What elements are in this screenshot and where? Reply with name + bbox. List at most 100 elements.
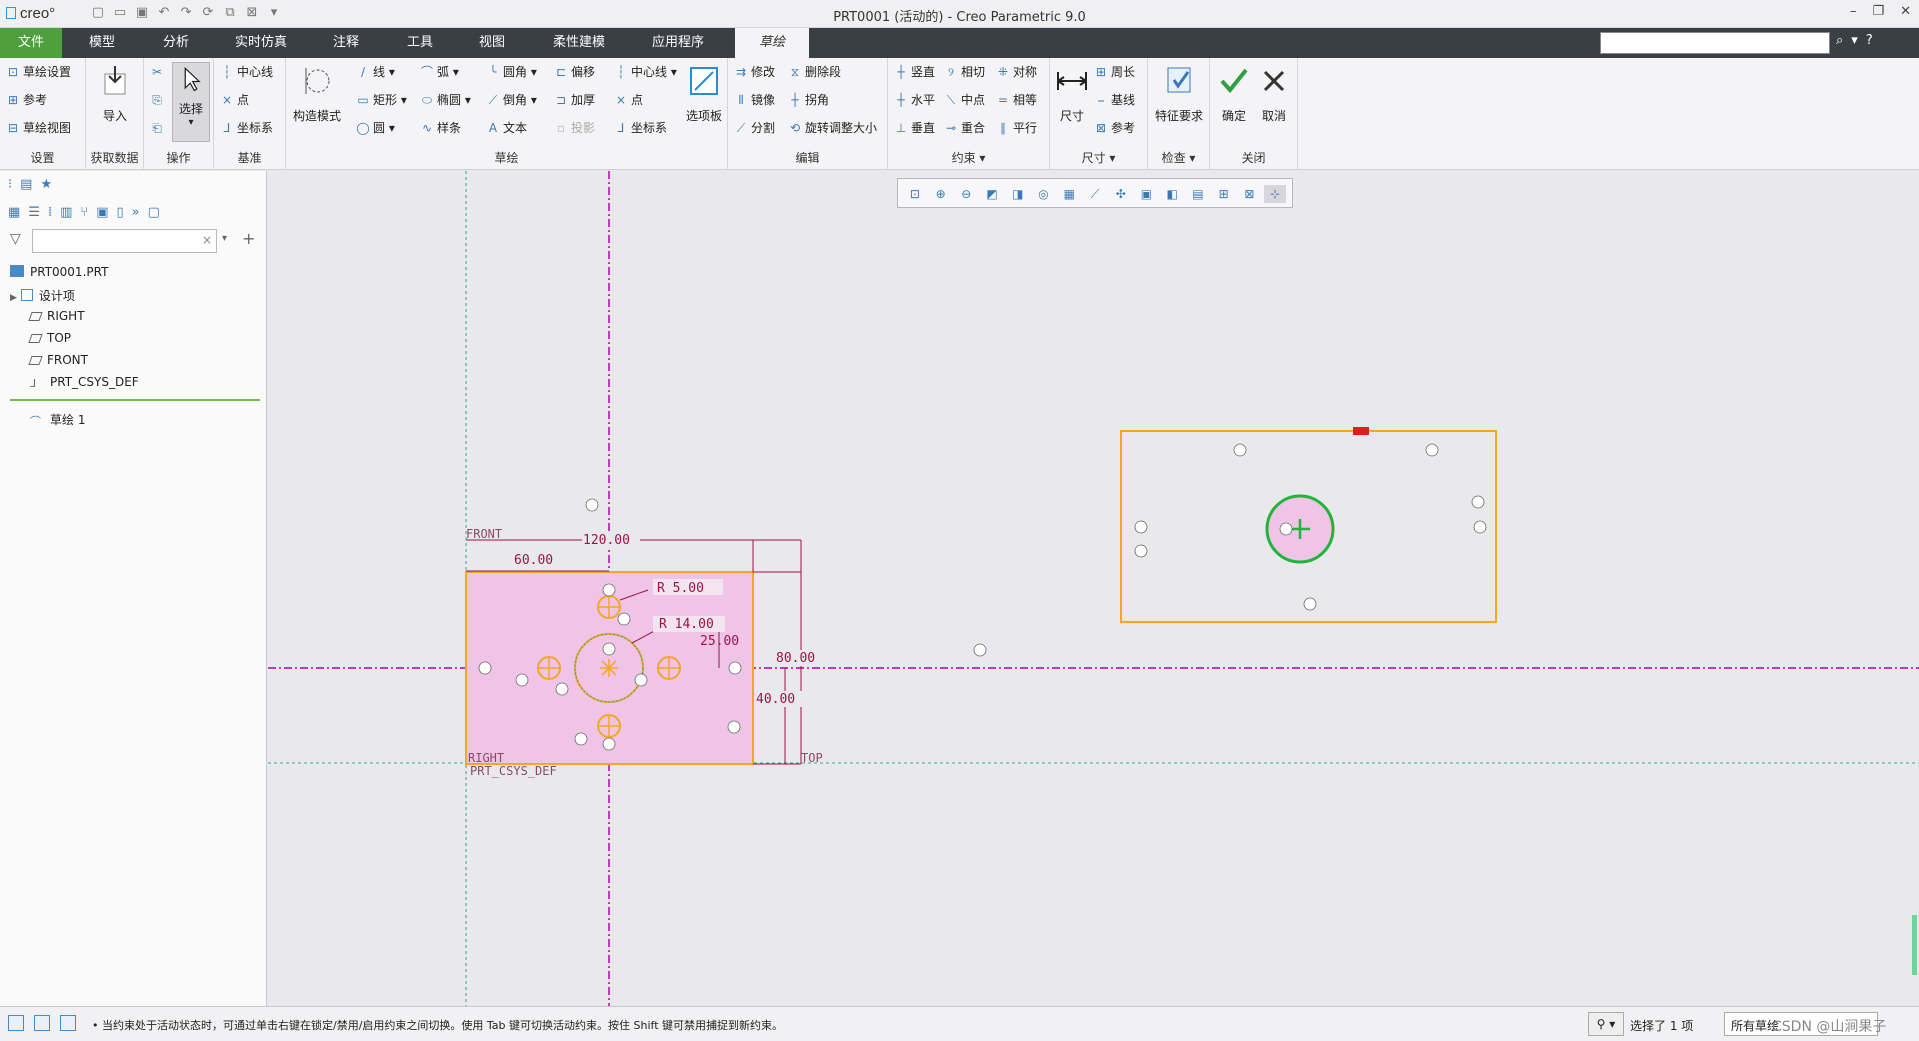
zoom-in-icon[interactable]: ⊕ (930, 185, 952, 203)
zoom-out-icon[interactable]: ⊖ (955, 185, 977, 203)
clear-icon[interactable]: × (202, 233, 212, 247)
r5-text[interactable]: R 5.00 (657, 581, 704, 596)
reference-dim-button[interactable]: ⊠ 参考 (1094, 120, 1135, 136)
tab-tools[interactable]: 工具 (388, 28, 452, 58)
rectangle-button[interactable]: ▭ 矩形 ▾ (356, 92, 407, 108)
model-tree-tab-icon[interactable]: ⁝ (8, 177, 12, 192)
datum-display-icon[interactable]: ⟋ (1084, 185, 1106, 203)
view-manager-icon[interactable]: ▦ (1058, 185, 1080, 203)
baseline-button[interactable]: ⎯ 基线 (1094, 92, 1135, 108)
fullscreen-icon[interactable] (60, 1015, 76, 1031)
datum-point-button[interactable]: × 点 (220, 92, 249, 108)
sketch-view-icon[interactable]: ◧ (1161, 185, 1183, 203)
display-style-icon[interactable]: ◨ (1007, 185, 1029, 203)
coincident-constraint-button[interactable]: ⊸ 重合 (944, 120, 985, 136)
group-inspect-label[interactable]: 检查 ▾ (1148, 149, 1209, 166)
divide-button[interactable]: ⟋ 分割 (734, 120, 775, 136)
modify-button[interactable]: ⇉ 修改 (734, 64, 775, 80)
annotation-display-icon[interactable]: ▣ (1136, 185, 1158, 203)
filter-dropdown-icon[interactable]: ▾ (222, 233, 227, 244)
tab-flexible-modeling[interactable]: 柔性建模 (538, 28, 620, 58)
tree-list-icon[interactable]: ☰ (28, 205, 40, 220)
paste-icon[interactable]: ⎗ (150, 120, 167, 136)
favorites-tab-icon[interactable]: ★ (40, 177, 52, 192)
tree-model-icon[interactable]: ▦ (8, 205, 20, 220)
constraint-display-icon[interactable]: ⊠ (1239, 185, 1261, 203)
tree-item-csys[interactable]: ⅃ PRT_CSYS_DEF (30, 375, 139, 390)
line-button[interactable]: ∕ 线 ▾ (356, 64, 395, 80)
sketch-centerline-button[interactable]: ┆ 中心线 ▾ (614, 64, 676, 80)
symmetric-constraint-button[interactable]: ⁜ 对称 (996, 64, 1037, 80)
tab-model[interactable]: 模型 (70, 28, 134, 58)
graphics-window[interactable]: 120.00 60.00 R 5.00 R 14.00 25.00 80.00 … (268, 171, 1919, 1006)
group-dimension-label[interactable]: 尺寸 ▾ (1050, 149, 1147, 166)
dimension-button[interactable]: 尺寸 (1054, 64, 1090, 124)
feature-requirements-button[interactable]: 特征要求 (1150, 64, 1208, 124)
datum-centerline-button[interactable]: ┆ 中心线 (220, 64, 273, 80)
tree-more-icon[interactable]: » (132, 205, 140, 220)
dim-40-text[interactable]: 40.00 (756, 692, 795, 707)
import-button[interactable]: 导入 (94, 64, 136, 124)
palette-button[interactable]: 选项板 (684, 64, 724, 124)
minimize-button[interactable]: – (1850, 4, 1857, 19)
fillet-button[interactable]: ╰ 圆角 ▾ (486, 64, 536, 80)
text-button[interactable]: A 文本 (486, 120, 527, 136)
search-input[interactable] (1600, 32, 1830, 54)
mirror-button[interactable]: ⫴ 镜像 (734, 92, 775, 108)
refit-icon[interactable]: ⊡ (904, 185, 926, 203)
tab-applications[interactable]: 应用程序 (634, 28, 722, 58)
sketch-point-button[interactable]: × 点 (614, 92, 643, 108)
sketch-display-icon[interactable]: ▤ (1187, 185, 1209, 203)
datum-csys-button[interactable]: ⅃ 坐标系 (220, 120, 273, 136)
tab-view[interactable]: 视图 (460, 28, 524, 58)
tab-sketch[interactable]: 草绘 (735, 28, 809, 58)
vertical-constraint-button[interactable]: ┼ 竖直 (894, 64, 935, 80)
expand-icon[interactable]: ▶ (10, 293, 17, 303)
tree-search-input[interactable]: × (32, 229, 217, 253)
tree-filter-settings-icon[interactable]: ⑂ (80, 205, 88, 220)
sketch-setup-button[interactable]: ⊡ 草绘设置 (6, 64, 71, 80)
dim-25-text[interactable]: 25.00 (700, 634, 739, 649)
tab-file[interactable]: 文件 (0, 28, 62, 58)
navigator-toggle-icon[interactable] (8, 1015, 24, 1031)
dim-80-text[interactable]: 80.00 (776, 651, 815, 666)
tree-item-right[interactable]: RIGHT (28, 309, 85, 323)
spin-center-icon[interactable]: ✣ (1110, 185, 1132, 203)
arc-button[interactable]: ⌒ 弧 ▾ (420, 64, 459, 80)
tangent-constraint-button[interactable]: ୨ 相切 (944, 64, 985, 80)
r14-text[interactable]: R 14.00 (659, 617, 714, 632)
dim-120-text[interactable]: 120.00 (583, 533, 630, 548)
sketch-csys-button[interactable]: ⅃ 坐标系 (614, 120, 667, 136)
insert-here-marker[interactable] (10, 399, 260, 401)
select-button[interactable]: 选择 ▾ (172, 62, 210, 142)
tree-columns-icon[interactable]: ⁞ (48, 205, 52, 220)
midpoint-constraint-button[interactable]: ⟍ 中点 (944, 92, 985, 108)
group-setup-label[interactable]: 设置 (0, 149, 85, 166)
tab-analysis[interactable]: 分析 (144, 28, 208, 58)
help-icon[interactable]: ? (1866, 33, 1873, 48)
tree-item-design-items[interactable]: ▶ 设计项 (10, 287, 75, 304)
find-icon[interactable]: ⚲ ▾ (1588, 1012, 1624, 1036)
tree-item-part[interactable]: PRT0001.PRT (10, 265, 108, 279)
browser-toggle-icon[interactable] (34, 1015, 50, 1031)
tree-layers-icon[interactable]: ▥ (60, 205, 72, 220)
saved-orientations-icon[interactable]: ◎ (1033, 185, 1055, 203)
close-button[interactable]: ✕ (1900, 4, 1911, 19)
delete-segment-button[interactable]: ⧖ 删除段 (788, 64, 841, 80)
tab-annotate[interactable]: 注释 (314, 28, 378, 58)
restore-button[interactable]: ❐ (1872, 4, 1884, 19)
perimeter-button[interactable]: ⊞ 周长 (1094, 64, 1135, 80)
vertex-display-icon[interactable]: ⊹ (1264, 185, 1287, 203)
tree-item-sketch1[interactable]: ⌒ 草绘 1 (30, 411, 85, 428)
chamfer-button[interactable]: ⟋ 倒角 ▾ (486, 92, 537, 108)
offset-button[interactable]: ⊏ 偏移 (554, 64, 595, 80)
tree-settings-icon[interactable]: ▣ (96, 205, 108, 220)
cut-icon[interactable]: ✂ (150, 64, 167, 80)
group-constrain-label[interactable]: 约束 ▾ (888, 149, 1049, 166)
ellipse-button[interactable]: ⬭ 椭圆 ▾ (420, 92, 471, 108)
options-icon[interactable]: ▾ (1851, 33, 1858, 48)
tree-page-icon[interactable]: ▢ (148, 205, 160, 220)
perpendicular-constraint-button[interactable]: ⊥ 垂直 (894, 120, 935, 136)
equal-constraint-button[interactable]: = 相等 (996, 92, 1037, 108)
group-operations-label[interactable]: 操作 (144, 149, 213, 166)
